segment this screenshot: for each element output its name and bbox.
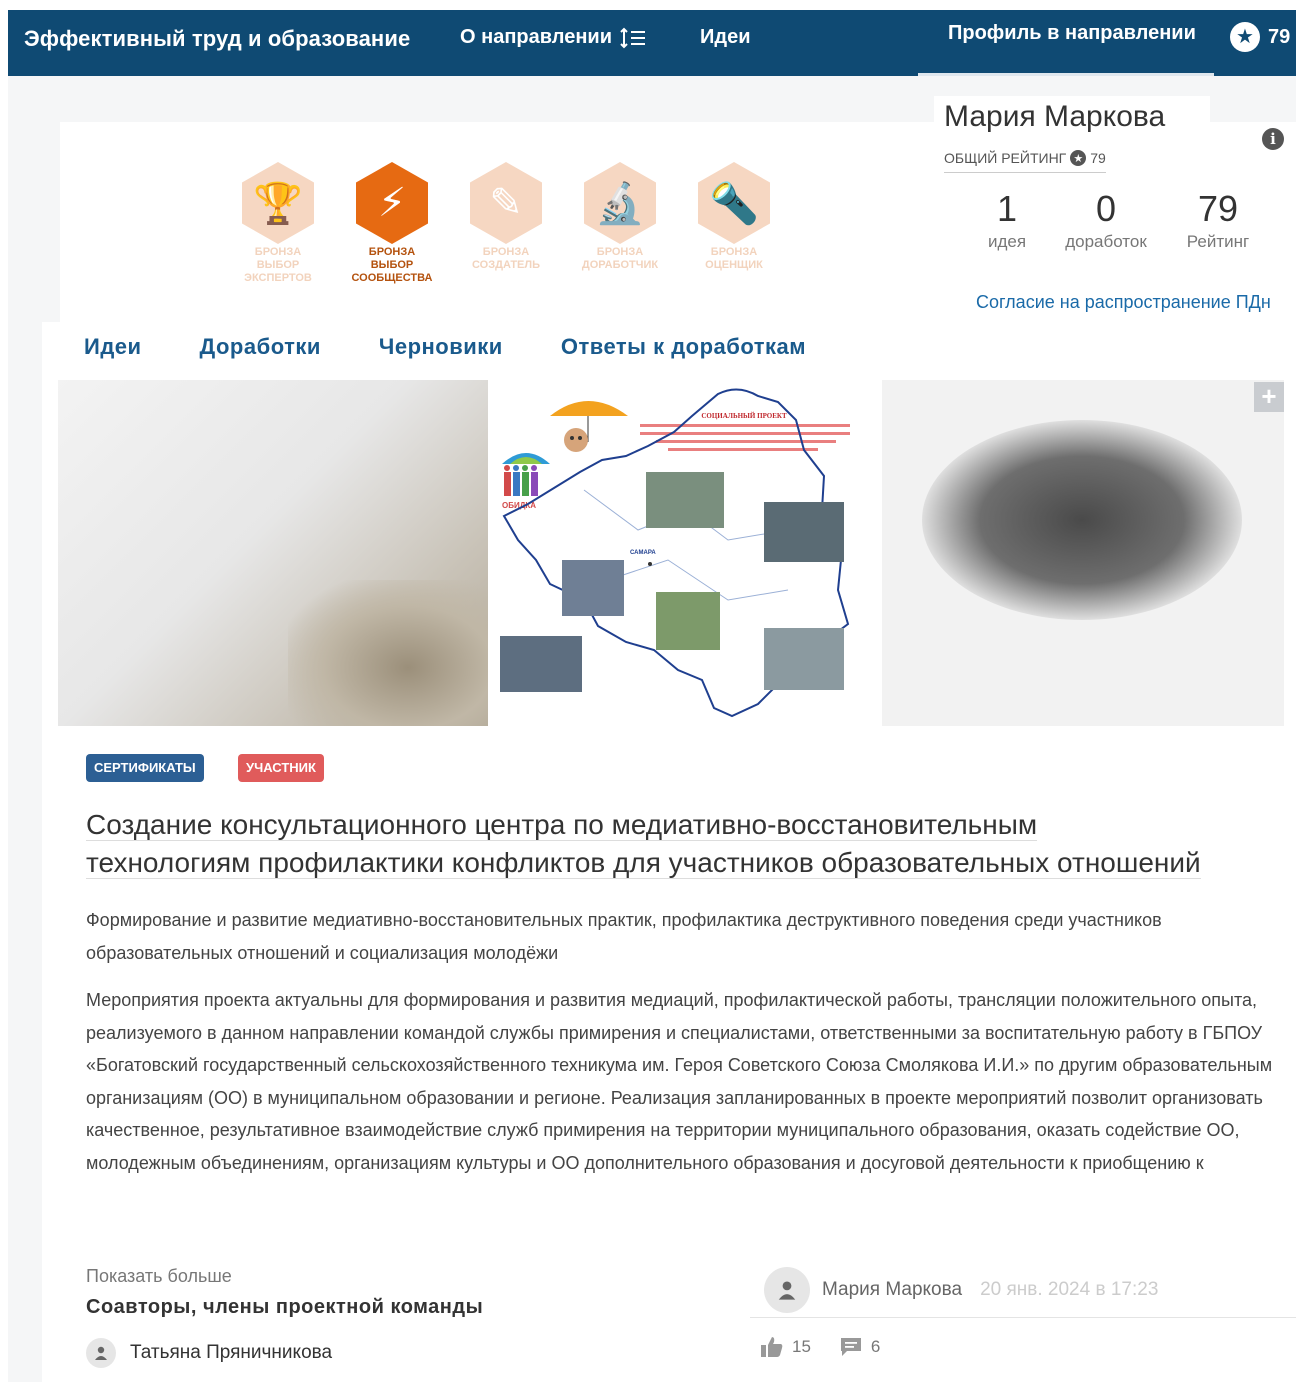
trophy-icon: 🏆 <box>242 162 314 244</box>
flashlight-icon: 🔦 <box>698 162 770 244</box>
info-icon[interactable]: i <box>1262 128 1284 150</box>
pencil-icon: ✎ <box>470 162 542 244</box>
general-rating-label: ОБЩИЙ РЕЙТИНГ <box>944 150 1067 166</box>
tag-certificates[interactable]: СЕРТИФИКАТЫ <box>86 754 204 782</box>
user-avatar-icon <box>86 1338 116 1368</box>
stat-ideas: 1 идея <box>982 188 1032 252</box>
nav-about-label: О направлении <box>460 26 613 48</box>
idea-author-row: Мария Маркова 20 янв. 2024 в 17:23 <box>750 1262 1296 1318</box>
tab-revision-answers[interactable]: Ответы к доработкам <box>561 334 806 360</box>
tab-revisions[interactable]: Доработки <box>200 334 321 360</box>
lightning-icon: ⚡ <box>356 162 428 244</box>
nav-rating-value: 79 <box>1268 25 1291 48</box>
tab-ideas[interactable]: Идеи <box>84 334 142 360</box>
blurred-image-right <box>882 380 1284 726</box>
coauthor-item[interactable]: Татьяна Пряничникова <box>86 1338 332 1368</box>
tab-drafts[interactable]: Черновики <box>379 334 503 360</box>
blurred-image-left <box>58 380 488 726</box>
nav-about[interactable]: О направлении <box>460 26 646 49</box>
top-nav: Эффективный труд и образование О направл… <box>8 10 1296 76</box>
badge-creator[interactable]: ✎ БРОНЗА СОЗДАТЕЛЬ <box>460 162 552 272</box>
show-more-link[interactable]: Показать больше <box>86 1266 232 1287</box>
idea-title-line2: технологиям профилактики конфликтов для … <box>86 847 1201 879</box>
add-bookmark-icon[interactable]: + <box>1254 382 1284 412</box>
idea-description: Мероприятия проекта актуальны для формир… <box>86 990 1273 1173</box>
badge-experts-choice[interactable]: 🏆 БРОНЗА ВЫБОР ЭКСПЕРТОВ <box>232 162 324 285</box>
small-star-icon: ★ <box>1070 150 1087 166</box>
comment-icon <box>840 1338 861 1356</box>
profile-tabs: Идеи Доработки Черновики Ответы к дорабо… <box>60 318 910 376</box>
coauthors-heading: Соавторы, члены проектной команды <box>86 1296 484 1318</box>
side-gutter-lower <box>8 322 42 1382</box>
idea-title[interactable]: Создание консультационного центра по мед… <box>86 806 1286 882</box>
sort-list-icon <box>620 27 646 48</box>
profile-name: Мария Маркова <box>934 96 1210 142</box>
reactions-bar: 15 6 <box>760 1336 898 1358</box>
thumbs-up-icon <box>761 1337 783 1357</box>
stat-ideas-label: идея <box>987 232 1027 251</box>
badge-evaluator[interactable]: 🔦 БРОНЗА ОЦЕНЩИК <box>688 162 780 272</box>
author-avatar-icon[interactable] <box>764 1266 810 1313</box>
nav-profile-tab[interactable]: Профиль в направлении <box>918 10 1214 76</box>
stat-revisions-label: доработок <box>1065 232 1147 251</box>
coauthor-name: Татьяна Пряничникова <box>130 1342 333 1363</box>
stat-rating-value: 79 <box>1197 188 1239 229</box>
stat-rating: 79 Рейтинг <box>1176 188 1260 252</box>
brand-title[interactable]: Эффективный труд и образование <box>24 26 410 52</box>
post-date: 20 янв. 2024 в 17:23 <box>980 1278 1159 1300</box>
badge-community-choice[interactable]: ⚡ БРОНЗА ВЫБОР СООБЩЕСТВА <box>346 162 438 285</box>
comments-button[interactable]: 6 <box>839 1336 880 1358</box>
consent-link[interactable]: Согласие на распространение ПДн <box>976 292 1271 313</box>
side-gutter <box>8 122 60 322</box>
comments-count: 6 <box>870 1337 881 1356</box>
stat-revisions: 0 доработок <box>1054 188 1158 252</box>
nav-rating[interactable]: ★ 79 <box>1230 22 1290 52</box>
stat-rating-label: Рейтинг <box>1186 232 1250 251</box>
stat-revisions-value: 0 <box>1095 188 1117 229</box>
likes-button[interactable]: 15 <box>760 1336 811 1358</box>
idea-image-carousel[interactable]: ОБИДКА СОЦИАЛЬНЫЙ ПРОЕКТ САМАРА <box>58 380 1284 726</box>
idea-title-line1: Создание консультационного центра по мед… <box>86 809 1038 841</box>
nav-ideas[interactable]: Идеи <box>700 26 751 49</box>
badge-reviser[interactable]: 🔬 БРОНЗА ДОРАБОТЧИК <box>574 162 666 272</box>
author-name[interactable]: Мария Маркова <box>822 1279 962 1301</box>
microscope-icon: 🔬 <box>584 162 656 244</box>
likes-count: 15 <box>792 1337 811 1356</box>
tag-participant[interactable]: УЧАСТНИК <box>238 754 324 782</box>
nav-profile-label: Профиль в направлении <box>948 22 1196 44</box>
general-rating-value: 79 <box>1090 150 1106 166</box>
general-rating: ОБЩИЙ РЕЙТИНГ ★ 79 <box>944 150 1106 173</box>
poster-header: СОЦИАЛЬНЫЙ ПРОЕКТ <box>701 412 787 420</box>
idea-subtitle: Формирование и развитие медиативно-восст… <box>86 910 1162 963</box>
star-icon: ★ <box>1230 22 1260 52</box>
stat-ideas-value: 1 <box>996 188 1018 229</box>
idea-poster-image: ОБИДКА СОЦИАЛЬНЫЙ ПРОЕКТ САМАРА <box>488 380 882 726</box>
poster-city: САМАРА <box>630 550 656 556</box>
